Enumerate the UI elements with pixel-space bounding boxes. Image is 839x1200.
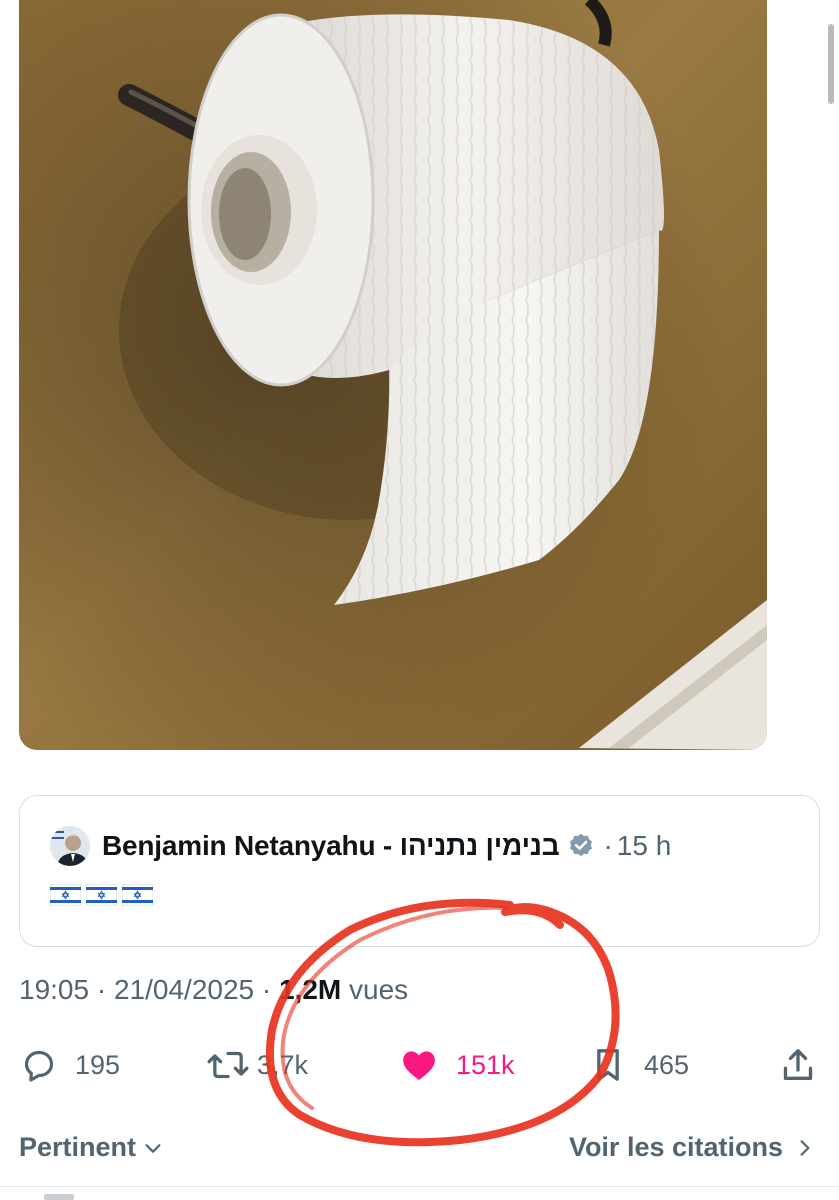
share-button[interactable] <box>778 1040 818 1090</box>
tweet-date[interactable]: 21/04/2025 <box>114 974 254 1005</box>
meta-separator: · <box>261 974 272 1005</box>
chevron-right-icon <box>800 1139 810 1156</box>
meta-separator: · <box>96 974 107 1005</box>
bookmark-button[interactable]: 465 <box>588 1040 689 1090</box>
chevron-down-icon <box>145 1143 161 1153</box>
verified-badge-icon <box>570 833 593 857</box>
quoted-time-separator: · <box>603 830 613 861</box>
quoted-tweet-card[interactable]: Benjamin Netanyahu - בנימין נתניהו · 15 … <box>19 795 820 947</box>
like-button[interactable]: 151k <box>398 1040 515 1090</box>
tweet-time[interactable]: 19:05 <box>19 974 89 1005</box>
reply-count: 195 <box>75 1049 121 1080</box>
bookmark-icon <box>597 1049 619 1081</box>
repost-button[interactable]: 3,7k <box>205 1040 308 1090</box>
israel-flag-icon <box>122 884 153 906</box>
quoted-tweet-text <box>50 884 153 906</box>
repost-icon <box>207 1051 249 1079</box>
reply-button[interactable]: 195 <box>19 1040 120 1090</box>
view-quotes-label: Voir les citations <box>568 1132 783 1162</box>
views-count[interactable]: 1,2M <box>279 974 341 1005</box>
views-label: vues <box>349 974 409 1005</box>
quoted-author-name[interactable]: Benjamin Netanyahu - בנימין נתניהו <box>102 830 560 862</box>
divider <box>0 1186 839 1187</box>
bookmark-count: 465 <box>644 1049 690 1080</box>
israel-flag-icon <box>86 884 117 906</box>
avatar[interactable] <box>50 826 90 866</box>
tweet-photo[interactable] <box>19 0 767 750</box>
replies-filter-bar: Pertinent Voir les citations <box>0 1132 839 1176</box>
view-quotes-link[interactable]: Voir les citations <box>569 1132 815 1163</box>
heart-icon <box>403 1051 435 1080</box>
quoted-time-ago[interactable]: 15 h <box>617 830 672 862</box>
sort-dropdown[interactable]: Pertinent <box>19 1132 164 1163</box>
share-icon <box>783 1049 813 1080</box>
tweet-meta: 19:05 · 21/04/2025 · 1,2M vues <box>19 974 408 1006</box>
israel-flag-icon <box>50 884 81 906</box>
like-count: 151k <box>456 1049 515 1080</box>
comment-icon <box>24 1050 54 1082</box>
quoted-tweet-header: Benjamin Netanyahu - בנימין נתניהו · 15 … <box>50 824 671 868</box>
sort-label: Pertinent <box>19 1132 137 1162</box>
tweet-action-bar: 195 3,7k 151k 465 <box>0 1040 839 1090</box>
next-reply-peek <box>44 1194 74 1200</box>
scroll-indicator[interactable] <box>828 24 834 104</box>
repost-count: 3,7k <box>257 1049 309 1080</box>
